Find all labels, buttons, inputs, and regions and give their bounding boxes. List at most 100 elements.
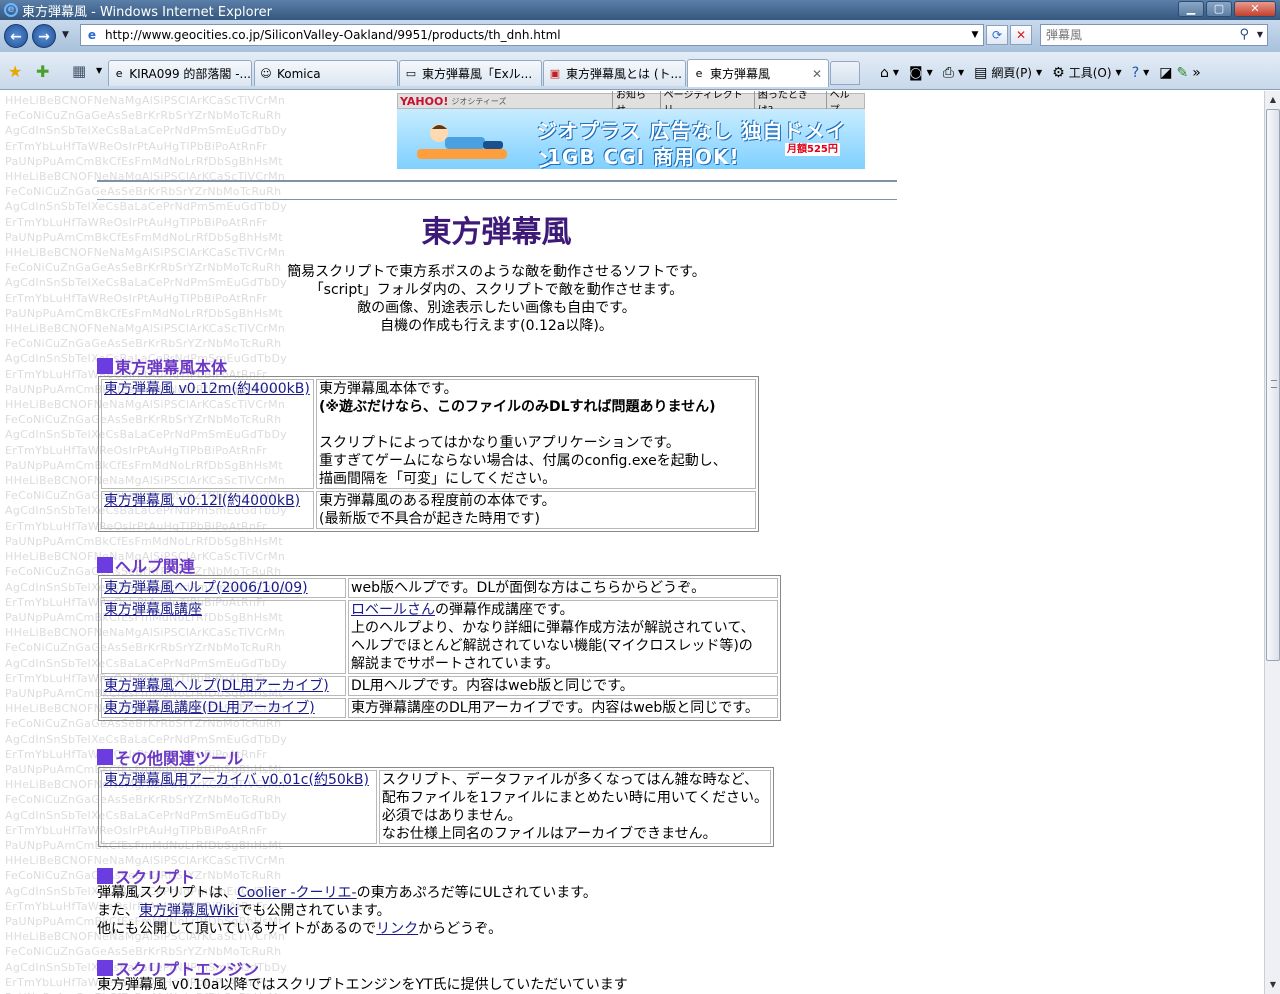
banner-line2: 1GB CGI 商用OK! xyxy=(547,145,740,169)
stop-button[interactable]: ✕ xyxy=(1010,25,1032,45)
search-box[interactable]: ⚲ ▼ xyxy=(1040,24,1268,46)
ie-logo-icon: e xyxy=(4,3,18,17)
intro-line: 自機の作成も行えます(0.12a以降)。 xyxy=(380,318,613,334)
new-tab-button[interactable] xyxy=(830,61,860,85)
coolier-link[interactable]: Coolier -クーリエ- xyxy=(237,885,357,901)
text: からどうぞ。 xyxy=(418,921,503,937)
history-dropdown-icon[interactable]: ▼ xyxy=(62,30,69,40)
wiki-link[interactable]: 東方弾幕風Wiki xyxy=(139,903,238,919)
page-dropdown-icon[interactable]: ▼ xyxy=(1036,68,1042,77)
command-bar: ⌂ ▼ ◙ ▼ ⎙ ▼ ▤ 網頁(P) ▼ ⚙ 工具(O) ▼ ? ▼ ◪ ✎ » xyxy=(880,64,1201,81)
description: スクリプト、データファイルが多くなってはん雑な時など、 xyxy=(381,772,758,788)
reclining-person-illustration xyxy=(417,124,507,159)
page-menu-button[interactable]: 網頁(P) xyxy=(991,64,1032,81)
text: また、 xyxy=(97,903,139,919)
back-button[interactable]: ← xyxy=(4,24,28,48)
tab-toolbar: ★ ✚ ▦ ▼ e KIRA099 的部落閣 -... ☺ Komica ▭ 東… xyxy=(0,52,1280,90)
tab-list-dropdown-icon[interactable]: ▼ xyxy=(96,66,102,75)
help-icon[interactable]: ? xyxy=(1132,65,1139,81)
tab-komica[interactable]: ☺ Komica xyxy=(254,60,398,86)
search-input[interactable] xyxy=(1041,25,1231,45)
download-link[interactable]: 東方弾幕風 v0.12l(約4000kB) xyxy=(104,493,300,509)
description-bold: (※遊ぶだけなら、このファイルのみDLすれば問題ありません) xyxy=(319,399,716,415)
close-button[interactable]: ✕ xyxy=(1234,1,1276,17)
main-download-table: 東方弾幕風 v0.12m(約4000kB) 東方弾幕風本体です。 (※遊ぶだけな… xyxy=(98,376,759,532)
search-icon[interactable]: ⚲ xyxy=(1239,27,1249,42)
quick-tabs-icon[interactable]: ▦ xyxy=(72,62,86,80)
more-tools-icon[interactable]: » xyxy=(1192,65,1201,81)
messenger-icon[interactable]: ✎ xyxy=(1177,65,1189,81)
page-title: 東方弾幕風 xyxy=(421,215,572,250)
add-favorite-icon[interactable]: ✚ xyxy=(36,62,49,81)
square-bullet-icon xyxy=(97,960,113,976)
window-title: 東方弾幕風 - Windows Internet Explorer xyxy=(22,4,272,20)
help-archive-link[interactable]: 東方弾幕風ヘルプ(DL用アーカイブ) xyxy=(104,678,329,694)
text: 弾幕風スクリプトは、 xyxy=(97,885,237,901)
geocities-header: YAHOO! ジオシティーズ お知らせ ページディレクトリ 困ったときは? ヘル… xyxy=(397,91,865,116)
home-dropdown-icon[interactable]: ▼ xyxy=(893,68,899,77)
square-bullet-icon xyxy=(97,557,113,573)
maximize-button[interactable]: ▢ xyxy=(1206,1,1232,17)
intro-line: 簡易スクリプトで東方系ボスのような敵を動作させるソフトです。 xyxy=(287,264,706,280)
scroll-up-icon[interactable]: ▲ xyxy=(1266,92,1280,108)
square-bullet-icon xyxy=(97,358,113,374)
text: 他にも公開して頂いているサイトがあるので xyxy=(97,921,377,937)
print-icon[interactable]: ⎙ xyxy=(943,65,954,81)
tab-danmakufu-active[interactable]: e 東方弾幕風 ✕ xyxy=(687,59,829,87)
page-icon: e xyxy=(115,66,123,80)
text: でも公開されています。 xyxy=(238,903,391,919)
refresh-icon: ⟳ xyxy=(991,28,1003,42)
description: なお仕様上同名のファイルはアーカイブできません。 xyxy=(381,826,717,842)
tab-danmakufu-wiki[interactable]: ▣ 東方弾幕風とは (ト... xyxy=(543,60,686,86)
tab-close-icon[interactable]: ✕ xyxy=(812,67,822,81)
page-content: HHeLiBeBCNOFNeNaMgAlSiPSClArKCaScTiVCrMn… xyxy=(0,91,1264,994)
address-toolbar: ← → ▼ e http://www.geocities.co.jp/Silic… xyxy=(0,20,1280,52)
tab-danmakufu-ex[interactable]: ▭ 東方弾幕風「Exル... xyxy=(399,60,542,86)
tools-menu-button[interactable]: 工具(O) xyxy=(1069,64,1112,81)
table-row: 東方弾幕風講座 ロベールさんの弾幕作成講座です。 上のヘルプより、かなり詳細に弾… xyxy=(101,600,778,674)
intro-line: 「script」フォルダ内の、スクリプトで敵を動作させます。 xyxy=(309,282,684,298)
search-dropdown-icon[interactable]: ▼ xyxy=(1257,30,1263,39)
intro-line: 敵の画像、別途表示したい画像も自由です。 xyxy=(357,300,636,316)
archiver-link[interactable]: 東方弾幕風用アーカイバ v0.01c(約50kB) xyxy=(104,772,369,788)
research-icon[interactable]: ◪ xyxy=(1159,65,1172,81)
feeds-dropdown-icon[interactable]: ▼ xyxy=(927,68,933,77)
scroll-thumb[interactable] xyxy=(1266,109,1280,661)
ad-banner[interactable]: ジオプラス 広告なし 独自ドメイン 1GB CGI 商用OK! 月額525円 xyxy=(397,109,865,169)
minimize-button[interactable]: ▁ xyxy=(1178,1,1204,17)
tools-dropdown-icon[interactable]: ▼ xyxy=(1116,68,1122,77)
page-menu-icon: ▤ xyxy=(974,64,988,81)
tab-label: 東方弾幕風とは (ト... xyxy=(566,67,682,81)
section-title: 東方弾幕風本体 xyxy=(115,358,228,377)
address-url[interactable]: http://www.geocities.co.jp/SiliconValley… xyxy=(105,28,967,42)
tutorial-archive-link[interactable]: 東方弾幕風講座(DL用アーカイブ) xyxy=(104,700,315,716)
forward-arrow-icon: → xyxy=(38,29,50,45)
download-link[interactable]: 東方弾幕風 v0.12m(約4000kB) xyxy=(104,381,310,397)
forward-button[interactable]: → xyxy=(32,24,56,48)
yt-link[interactable]: YT氏 xyxy=(416,977,447,993)
scroll-down-icon[interactable]: ▼ xyxy=(1266,977,1280,993)
feeds-icon[interactable]: ◙ xyxy=(909,65,923,81)
tab-label: KIRA099 的部落閣 -... xyxy=(129,67,251,81)
yahoo-logo[interactable]: YAHOO! xyxy=(400,95,448,108)
favorites-star-icon[interactable]: ★ xyxy=(8,62,22,81)
tutorial-link[interactable]: 東方弾幕風講座 xyxy=(104,602,202,618)
links-page-link[interactable]: リンク xyxy=(376,921,418,937)
description: 配布ファイルを1ファイルにまとめたい時に用いてください。 xyxy=(381,790,768,806)
tab-kira099[interactable]: e KIRA099 的部落閣 -... xyxy=(108,60,252,86)
description: 解説までサポートされています。 xyxy=(351,656,560,672)
refresh-button[interactable]: ⟳ xyxy=(986,25,1008,45)
help-link[interactable]: 東方弾幕風ヘルプ(2006/10/09) xyxy=(104,580,308,596)
home-icon[interactable]: ⌂ xyxy=(880,65,889,81)
address-bar[interactable]: e http://www.geocities.co.jp/SiliconVall… xyxy=(80,24,984,46)
vertical-scrollbar[interactable]: ▲ ▼ xyxy=(1264,91,1280,994)
engine-paragraph: 東方弾幕風 v0.10a以降ではスクリプトエンジンをYT氏に提供していただいてい… xyxy=(97,976,628,994)
description: 描画間隔を「可変」にしてください。 xyxy=(319,471,557,487)
help-dropdown-icon[interactable]: ▼ xyxy=(1143,68,1149,77)
print-dropdown-icon[interactable]: ▼ xyxy=(958,68,964,77)
tab-label: 東方弾幕風 xyxy=(710,67,771,81)
square-bullet-icon xyxy=(97,868,113,884)
address-dropdown-icon[interactable]: ▼ xyxy=(967,30,983,40)
square-bullet-icon xyxy=(97,749,113,765)
author-link[interactable]: ロベールさん xyxy=(351,602,435,618)
